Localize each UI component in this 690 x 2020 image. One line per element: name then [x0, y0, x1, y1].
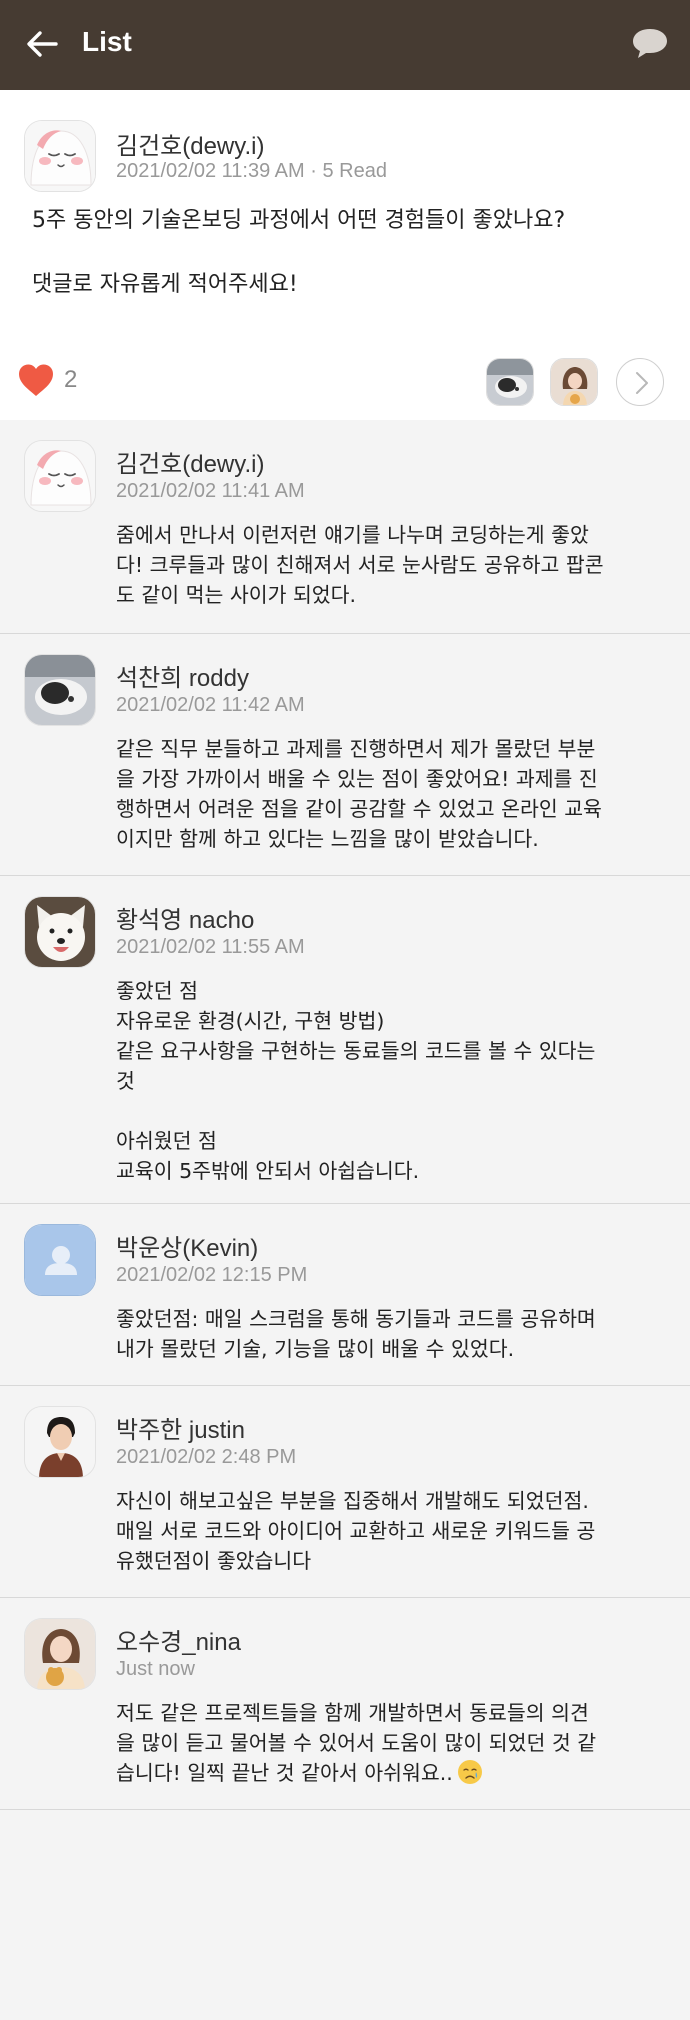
more-readers-button[interactable] — [616, 358, 664, 406]
comment-time: 2021/02/02 11:55 AM — [116, 936, 305, 958]
like-count: 2 — [64, 366, 78, 393]
comment-time: Just now — [116, 1658, 195, 1680]
heart-icon — [19, 364, 53, 396]
comment-time: 2021/02/02 11:42 AM — [116, 694, 305, 716]
author-avatar[interactable] — [24, 440, 96, 512]
apeach-avatar-icon — [25, 121, 95, 191]
comment-text-content: 저도 같은 프로젝트들을 함께 개발하면서 동료들의 의견 을 많이 듣고 물어… — [116, 1701, 597, 1785]
post-text-line-2: 댓글로 자유롭게 적어주세요! — [32, 272, 298, 297]
comment-time: 2021/02/02 11:41 AM — [116, 480, 305, 502]
back-button[interactable] — [22, 24, 62, 64]
page-title: List — [82, 26, 132, 57]
post-author[interactable]: 김건호(dewy.i) — [116, 126, 264, 161]
arrow-left-icon — [27, 31, 58, 57]
post-card: 김건호(dewy.i) 2021/02/02 11:39 AM · 5 Read… — [0, 90, 690, 420]
person-photo-icon — [25, 1619, 95, 1689]
author-avatar[interactable] — [24, 120, 96, 192]
comment-time: 2021/02/02 2:48 PM — [116, 1446, 297, 1468]
post-meta: 2021/02/02 11:39 AM · 5 Read — [116, 160, 387, 182]
dog-photo-icon — [25, 897, 95, 967]
post-text-line-1: 5주 동안의 기술온보딩 과정에서 어떤 경험들이 좋았나요? — [32, 208, 566, 233]
chat-bubble-icon — [633, 29, 667, 58]
author-avatar[interactable] — [24, 654, 96, 726]
chat-button[interactable] — [630, 26, 670, 60]
comment-author[interactable]: 김건호(dewy.i) — [116, 444, 264, 479]
person-photo-icon — [25, 1407, 95, 1477]
crying-face-icon — [457, 1760, 482, 1784]
comment-text: 저도 같은 프로젝트들을 함께 개발하면서 동료들의 의견 을 많이 듣고 물어… — [116, 1698, 596, 1788]
author-avatar[interactable] — [24, 1406, 96, 1478]
cat-photo-icon — [25, 655, 95, 725]
default-user-icon — [25, 1225, 95, 1295]
comment-item: 황석영 nacho 2021/02/02 11:55 AM 좋았던 점 자유로운… — [0, 876, 690, 1204]
chevron-right-icon — [636, 372, 648, 394]
comment-item: 오수경_nina Just now 저도 같은 프로젝트들을 함께 개발하면서 … — [0, 1598, 690, 1810]
comment-text: 줌에서 만나서 이런저런 얘기를 나누며 코딩하는게 좋았 다! 크루들과 많이… — [116, 523, 604, 607]
comment-text: 같은 직무 분들하고 과제를 진행하면서 제가 몰랐던 부분 을 가장 가까이서… — [116, 737, 602, 851]
comment-item: 박운상(Kevin) 2021/02/02 12:15 PM 좋았던점: 매일 … — [0, 1204, 690, 1386]
comment-text: 좋았던 점 자유로운 환경(시간, 구현 방법) 같은 요구사항을 구현하는 동… — [116, 979, 596, 1183]
app-header: List — [0, 0, 690, 90]
author-avatar[interactable] — [24, 1618, 96, 1690]
comment-author[interactable]: 오수경_nina — [116, 1622, 241, 1657]
apeach-avatar-icon — [25, 441, 95, 511]
comment-item: 석찬희 roddy 2021/02/02 11:42 AM 같은 직무 분들하고… — [0, 634, 690, 876]
comment-author[interactable]: 박주한 justin — [116, 1410, 245, 1445]
comment-author[interactable]: 박운상(Kevin) — [116, 1228, 258, 1263]
like-button[interactable] — [16, 362, 56, 398]
comment-time: 2021/02/02 12:15 PM — [116, 1264, 308, 1286]
reader-avatar[interactable] — [486, 358, 534, 406]
reader-avatar[interactable] — [550, 358, 598, 406]
comment-item: 김건호(dewy.i) 2021/02/02 11:41 AM 줌에서 만나서 … — [0, 420, 690, 634]
author-avatar[interactable] — [24, 896, 96, 968]
cat-photo-icon — [487, 359, 533, 405]
comment-text: 좋았던점: 매일 스크럼을 통해 동기들과 코드를 공유하며 내가 몰랐던 기술… — [116, 1307, 596, 1361]
person-photo-icon — [551, 359, 597, 405]
author-avatar[interactable] — [24, 1224, 96, 1296]
comment-item: 박주한 justin 2021/02/02 2:48 PM 자신이 해보고싶은 … — [0, 1386, 690, 1598]
comment-author[interactable]: 석찬희 roddy — [116, 658, 249, 693]
comment-author[interactable]: 황석영 nacho — [116, 900, 254, 935]
comment-text: 자신이 해보고싶은 부분을 집중해서 개발해도 되었던점. 매일 서로 코드와 … — [116, 1489, 596, 1573]
